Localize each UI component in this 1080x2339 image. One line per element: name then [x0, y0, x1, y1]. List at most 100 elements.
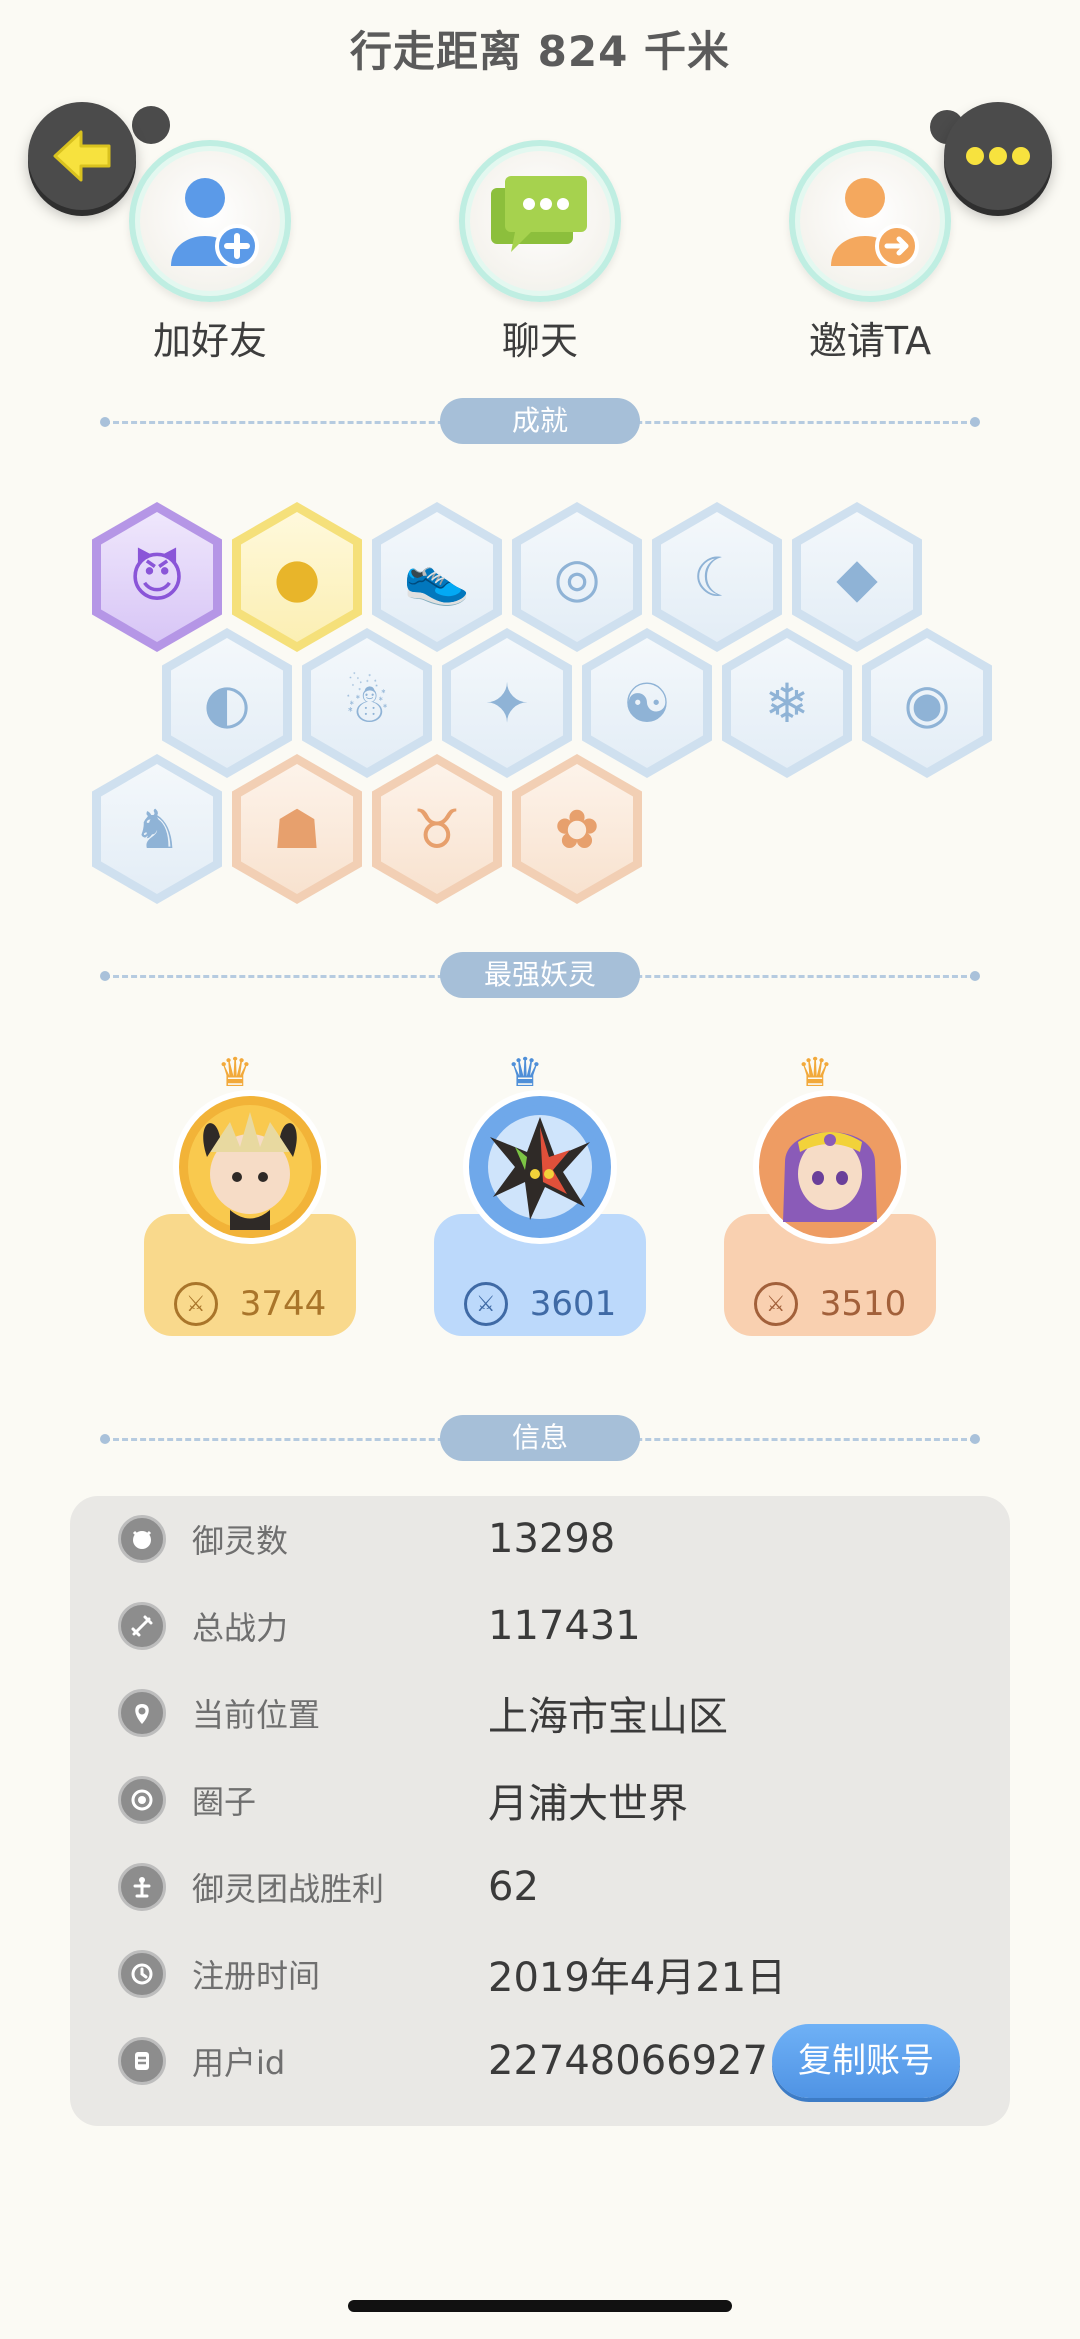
- info-value: 月浦大世界: [488, 1781, 688, 1827]
- yin-yang-icon: ☯: [622, 671, 672, 735]
- info-label: 总战力: [192, 1609, 289, 1647]
- achievement-badge-moon[interactable]: ☾: [652, 502, 782, 652]
- spirit-power-value: 3601: [529, 1284, 617, 1324]
- spirit-avatar[interactable]: [759, 1096, 901, 1238]
- achievement-badge-cat-back[interactable]: ♞: [92, 754, 222, 904]
- chat-button[interactable]: [459, 140, 621, 302]
- sword-icon: [118, 1602, 166, 1650]
- fish-icon: ❄: [764, 671, 810, 735]
- info-label: 御灵数: [192, 1522, 289, 1560]
- achievement-badge-sneaker[interactable]: 👟: [372, 502, 502, 652]
- add-friend-button[interactable]: [129, 140, 291, 302]
- cat-cart-icon: ☗: [272, 797, 322, 861]
- crystal-icon: ◆: [836, 545, 878, 609]
- divider-dot: [970, 1434, 980, 1444]
- info-value: 117431: [488, 1603, 641, 1649]
- target-pin-icon: ◎: [553, 545, 601, 609]
- crown-icon: ♛: [217, 1050, 253, 1096]
- info-row-location: 当前位置 上海市宝山区: [118, 1684, 818, 1742]
- sword-icon: ⚔: [173, 1282, 218, 1326]
- horned-warrior-avatar-icon: [188, 1105, 312, 1230]
- crown-icon: ♛: [797, 1050, 833, 1096]
- achievement-badge-inner: 👟: [381, 512, 493, 642]
- ox-icon: ♉: [412, 797, 462, 861]
- achievement-badge-snowman[interactable]: ☃: [302, 628, 432, 778]
- spirit-power-value: 3510: [819, 1284, 907, 1324]
- achievement-badge-ox[interactable]: ♉: [372, 754, 502, 904]
- info-heading: 信息: [440, 1415, 640, 1461]
- achievement-badge-fish[interactable]: ❄: [722, 628, 852, 778]
- achievement-badge-inner: ☯: [591, 638, 703, 768]
- chat-label: 聊天: [501, 319, 578, 363]
- achievement-badge-fox-book[interactable]: ✿: [512, 754, 642, 904]
- achievement-badge-inner: ●: [241, 512, 353, 642]
- achievement-badge-swirl-orb[interactable]: ◐: [162, 628, 292, 778]
- divider-dot: [100, 1434, 110, 1444]
- golden-ball-icon: ●: [273, 545, 321, 609]
- achievement-badge-inner: ◆: [801, 512, 913, 642]
- info-row-spirits: 御灵数 13298: [118, 1510, 818, 1568]
- sneaker-icon: 👟: [403, 545, 471, 608]
- spirit-card-2[interactable]: ♛ ⚔ 3601: [434, 1050, 646, 1346]
- divider-dot: [970, 971, 980, 981]
- add-friend-label: 加好友: [152, 319, 267, 363]
- achievement-badge-cat-cart[interactable]: ☗: [232, 754, 362, 904]
- achievement-badge-inner: ◎: [521, 512, 633, 642]
- invite-button[interactable]: [789, 140, 951, 302]
- achievement-badge-inner: ❄: [731, 638, 843, 768]
- achievement-badge-inner: ☾: [661, 512, 773, 642]
- achievement-badge-scroll[interactable]: ◉: [862, 628, 992, 778]
- crown-icon: ♛: [507, 1050, 543, 1096]
- add-friend-icon: [171, 178, 259, 268]
- clock-icon: [118, 1950, 166, 1998]
- devil-icon: 😈: [128, 545, 186, 609]
- achievement-badge-inner: ♞: [101, 764, 213, 894]
- achievement-badge-inner: ✦: [451, 638, 563, 768]
- cat-back-icon: ♞: [132, 797, 182, 861]
- info-row-user-id: 用户id 22748066927: [118, 2032, 768, 2090]
- location-icon: [118, 1689, 166, 1737]
- achievement-badge-inner: ✿: [521, 764, 633, 894]
- purple-hair-girl-avatar-icon: [768, 1105, 892, 1229]
- back-button-tail: [132, 106, 170, 144]
- sword-icon: ⚔: [753, 1282, 798, 1326]
- invite-action[interactable]: 邀请TA: [770, 140, 970, 365]
- achievement-badge-cat-star[interactable]: ✦: [442, 628, 572, 778]
- arrow-left-icon: [53, 130, 111, 182]
- divider-dot: [100, 971, 110, 981]
- circle-icon: [118, 1776, 166, 1824]
- spirit-power: ⚔ 3601: [463, 1282, 617, 1326]
- spiky-monster-avatar-icon: [478, 1105, 602, 1229]
- chat-action[interactable]: 聊天: [440, 140, 640, 365]
- achievement-badge-inner: 😈: [101, 512, 213, 642]
- achievement-badge-yin-yang[interactable]: ☯: [582, 628, 712, 778]
- achievement-badge-crystal[interactable]: ◆: [792, 502, 922, 652]
- trophy-icon: [118, 1863, 166, 1911]
- info-row-circle: 圈子 月浦大世界: [118, 1771, 818, 1829]
- info-value: 2019年4月21日: [488, 1955, 787, 2001]
- info-row-total-power: 总战力 117431: [118, 1597, 818, 1655]
- moon-icon: ☾: [692, 545, 742, 609]
- spirit-avatar[interactable]: [179, 1096, 321, 1238]
- info-value: 22748066927: [488, 2038, 768, 2084]
- chat-icon: [491, 176, 587, 252]
- info-value: 13298: [488, 1516, 616, 1562]
- divider-dot: [970, 417, 980, 427]
- fox-book-icon: ✿: [554, 797, 600, 861]
- id-card-icon: [118, 2037, 166, 2085]
- achievement-badge-devil[interactable]: 😈: [92, 502, 222, 652]
- achievement-badge-inner: ☃: [311, 638, 423, 768]
- achievement-badge-golden-ball[interactable]: ●: [232, 502, 362, 652]
- info-value: 62: [488, 1864, 539, 1910]
- invite-label: 邀请TA: [808, 319, 932, 363]
- swirl-orb-icon: ◐: [203, 671, 251, 735]
- spirit-card-3[interactable]: ♛ ⚔ 3510: [724, 1050, 936, 1346]
- spirit-avatar[interactable]: [469, 1096, 611, 1238]
- achievement-badge-target-pin[interactable]: ◎: [512, 502, 642, 652]
- scroll-icon: ◉: [903, 671, 951, 735]
- spirit-card-1[interactable]: ♛ ⚔ 3744: [144, 1050, 356, 1346]
- copy-account-button[interactable]: 复制账号: [772, 2024, 960, 2098]
- spirit-power: ⚔ 3744: [173, 1282, 326, 1326]
- home-indicator: [348, 2300, 732, 2312]
- add-friend-action[interactable]: 加好友: [110, 140, 310, 365]
